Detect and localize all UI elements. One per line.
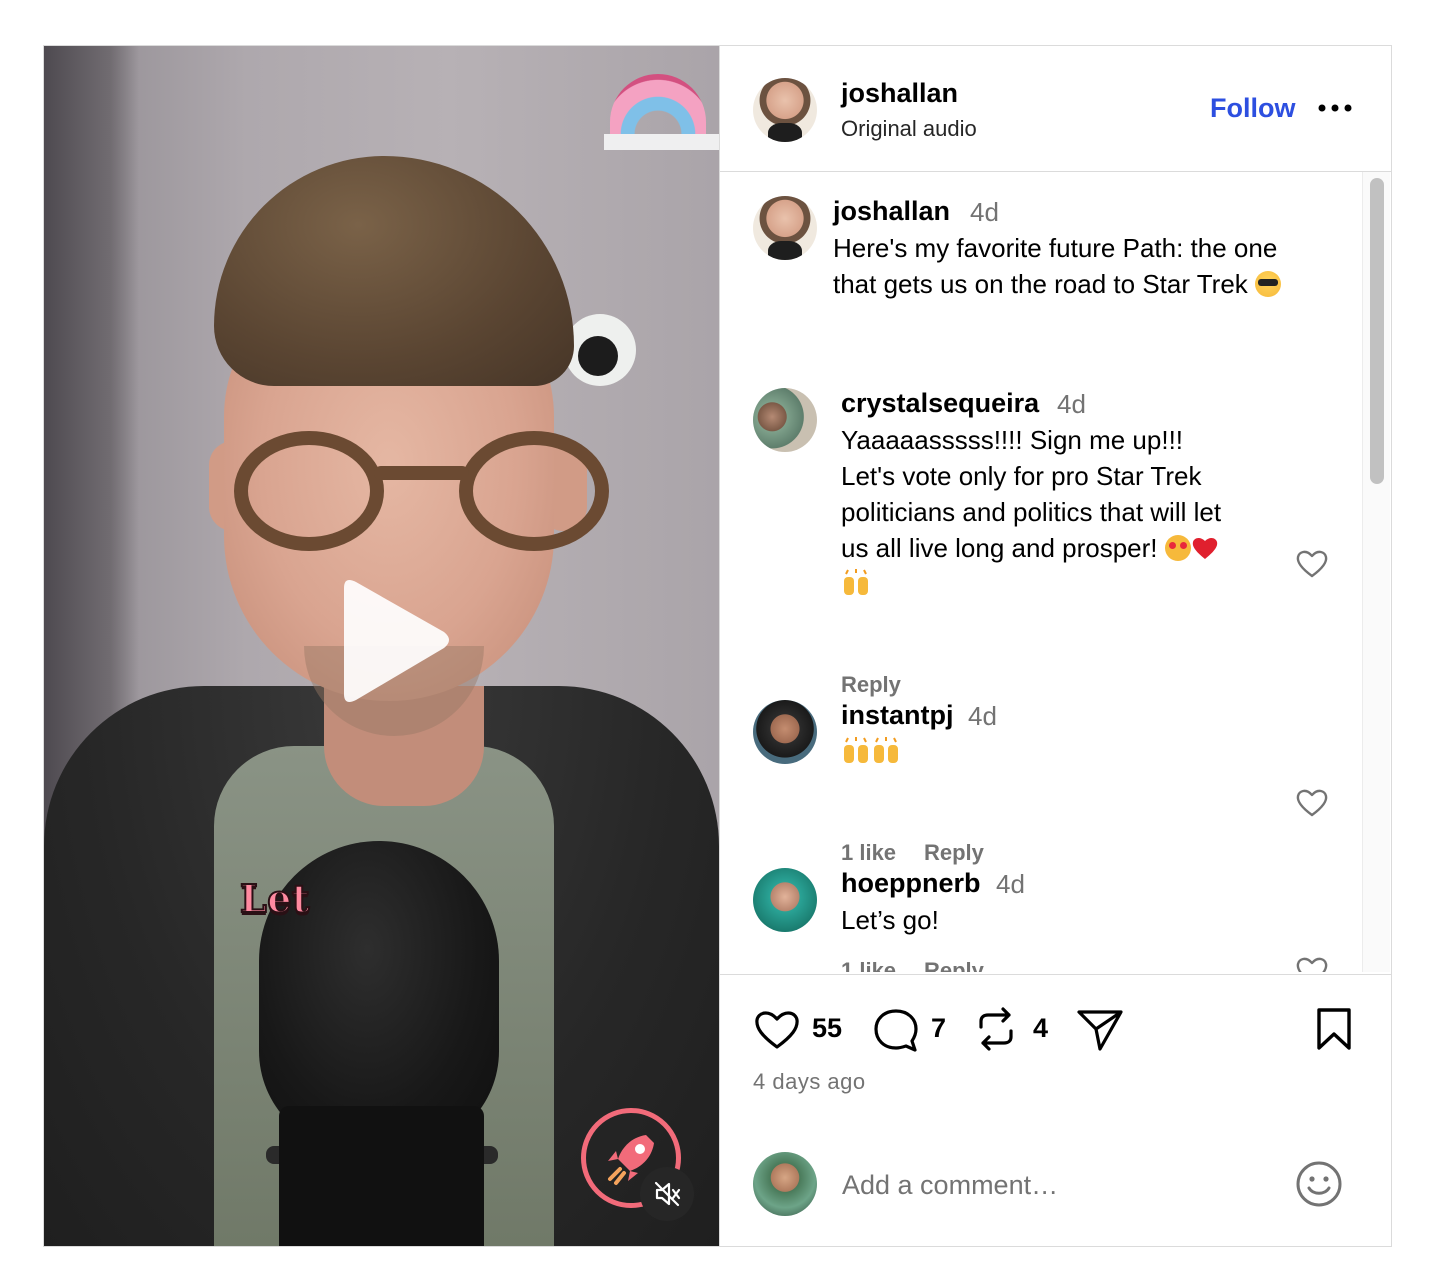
post-actions-bar: 55 7 4 4 days ago	[720, 974, 1391, 1246]
avatar[interactable]	[753, 700, 817, 764]
speaker-muted-icon[interactable]	[640, 1167, 694, 1221]
comment-text-line-emoji	[841, 566, 1311, 602]
share-icon[interactable]	[1076, 1007, 1124, 1053]
smiling-face-with-heart-eyes-icon	[1164, 535, 1191, 561]
avatar[interactable]	[753, 196, 817, 260]
reply-button[interactable]: Reply	[924, 958, 984, 972]
video-background-rainbow	[610, 74, 706, 134]
video-person-glasses	[234, 431, 384, 551]
caption-text-body: Here's my favorite future Path: the one …	[833, 233, 1278, 299]
avatar	[753, 1152, 817, 1216]
caption-time[interactable]: 4d	[970, 197, 999, 228]
avatar[interactable]	[753, 388, 817, 452]
add-comment-input[interactable]	[842, 1165, 1272, 1205]
comment-text-line: Let's vote only for pro Star Trek	[841, 461, 1202, 491]
video-caption-word: Let	[239, 875, 310, 922]
comment-likes-count[interactable]: 1 like	[841, 840, 896, 866]
reply-button[interactable]: Reply	[841, 672, 901, 698]
emoji-smile-icon[interactable]	[1295, 1160, 1343, 1208]
raising-hands-icon	[874, 737, 898, 763]
raising-hands-icon	[844, 569, 868, 595]
repost-icon[interactable]	[975, 1005, 1017, 1053]
red-heart-icon	[1192, 538, 1217, 559]
comment-icon[interactable]	[872, 1007, 920, 1053]
comment-time[interactable]: 4d	[968, 701, 997, 732]
post-timestamp[interactable]: 4 days ago	[753, 1069, 866, 1095]
play-icon[interactable]	[326, 574, 456, 709]
comments-list[interactable]: joshallan 4d Here's my favorite future P…	[720, 172, 1365, 972]
comment-username[interactable]: crystalsequeira	[841, 388, 1039, 419]
video-person-glasses	[459, 431, 609, 551]
comment-likes-count[interactable]: 1 like	[841, 958, 896, 972]
raising-hands-icon	[844, 737, 868, 763]
comment-text: Yaaaaasssss!!!! Sign me up!!! Let's vote…	[841, 422, 1311, 602]
header-username[interactable]: joshallan	[841, 78, 958, 109]
comments-scrollbar-thumb[interactable]	[1370, 178, 1384, 484]
reel-video[interactable]: Let	[44, 46, 719, 1246]
reply-button[interactable]: Reply	[924, 840, 984, 866]
video-background-eye-pupil	[578, 336, 618, 376]
post-header: joshallan Original audio Follow	[720, 46, 1391, 172]
more-horizontal-icon[interactable]	[1316, 96, 1356, 120]
heart-icon[interactable]	[753, 1007, 801, 1051]
comment-text-line: politicians and politics that will let	[841, 497, 1222, 527]
avatar[interactable]	[753, 868, 817, 932]
video-background-shelf	[604, 134, 719, 150]
comment-text: Let’s go!	[841, 905, 939, 935]
bookmark-icon[interactable]	[1316, 1007, 1352, 1051]
comment-text-line: Yaaaaasssss!!!! Sign me up!!!	[841, 425, 1184, 455]
comment-username[interactable]: instantpj	[841, 700, 954, 731]
like-comment-heart-icon[interactable]	[1295, 547, 1329, 579]
comment-time[interactable]: 4d	[996, 869, 1025, 900]
video-person-hair	[214, 156, 574, 386]
post-detail-panel: joshallan Original audio Follow joshalla…	[719, 46, 1391, 1246]
audio-label[interactable]: Original audio	[841, 116, 977, 142]
comment-text	[841, 734, 1301, 770]
like-comment-heart-icon[interactable]	[1295, 954, 1329, 972]
comment-time[interactable]: 4d	[1057, 389, 1086, 420]
like-comment-heart-icon[interactable]	[1295, 786, 1329, 818]
caption-text: Here's my favorite future Path: the one …	[833, 230, 1313, 302]
follow-button[interactable]: Follow	[1210, 93, 1295, 124]
comment-text-line-with-emoji: us all live long and prosper!	[841, 530, 1311, 566]
comment-count[interactable]: 7	[931, 1013, 946, 1044]
video-microphone-body	[279, 1106, 484, 1246]
video-person-glasses-bridge	[374, 466, 469, 480]
repost-count[interactable]: 4	[1033, 1013, 1048, 1044]
caption-username[interactable]: joshallan	[833, 196, 950, 227]
avatar[interactable]	[753, 78, 817, 142]
comment-text-line: us all live long and prosper!	[841, 533, 1158, 563]
like-count[interactable]: 55	[812, 1013, 842, 1044]
comment-username[interactable]: hoeppnerb	[841, 868, 981, 899]
post-modal: Let joshallan Original audio Follow josh…	[43, 45, 1392, 1247]
smiling-face-with-sunglasses-icon	[1255, 271, 1282, 297]
